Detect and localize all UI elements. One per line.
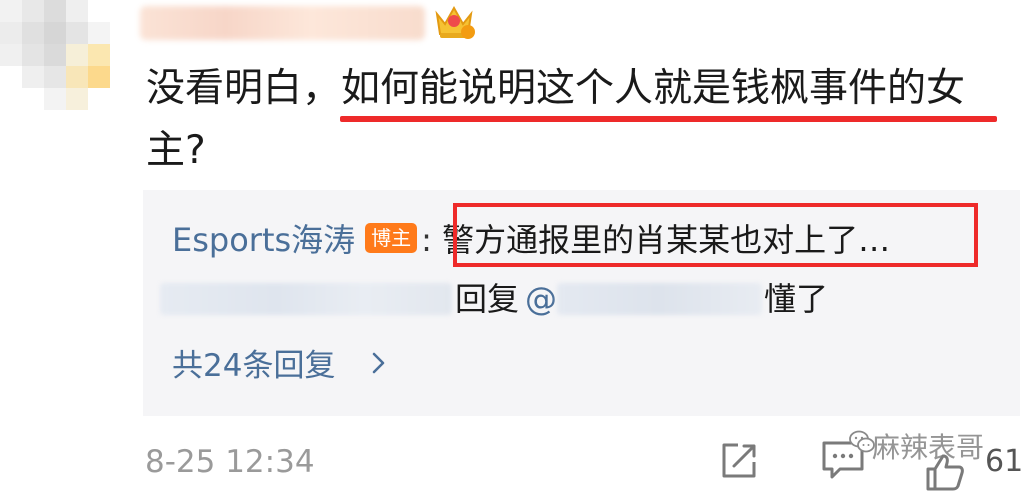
more-replies-link[interactable]: 共24条回复: [172, 343, 335, 389]
avatar[interactable]: [0, 0, 130, 120]
comment-text-plain: 没看明白，: [146, 66, 342, 111]
reply-colon: :: [421, 221, 432, 259]
author-badge: 博主: [365, 223, 418, 253]
comment-text-tail: 主?: [146, 128, 206, 173]
highlight-underline: [340, 116, 997, 122]
chevron-right-icon: [372, 352, 385, 374]
blurred-username: [160, 283, 452, 315]
highlight-box: [453, 203, 978, 267]
like-count: 61: [985, 444, 1024, 479]
blurred-mention: [557, 283, 762, 315]
username[interactable]: [140, 6, 425, 40]
reply-text-2: 懂了: [764, 280, 829, 318]
like-icon[interactable]: [925, 453, 965, 491]
mention-at[interactable]: @: [525, 276, 557, 322]
share-icon[interactable]: [718, 440, 760, 482]
reply-author[interactable]: Esports海涛: [172, 221, 355, 259]
crown-badge-icon: [435, 5, 475, 39]
timestamp: 8-25 12:34: [145, 444, 315, 480]
reply-prefix: 回复: [455, 280, 520, 318]
comment-text-highlight: 如何能说明这个人就是钱枫事件的女: [341, 66, 966, 111]
